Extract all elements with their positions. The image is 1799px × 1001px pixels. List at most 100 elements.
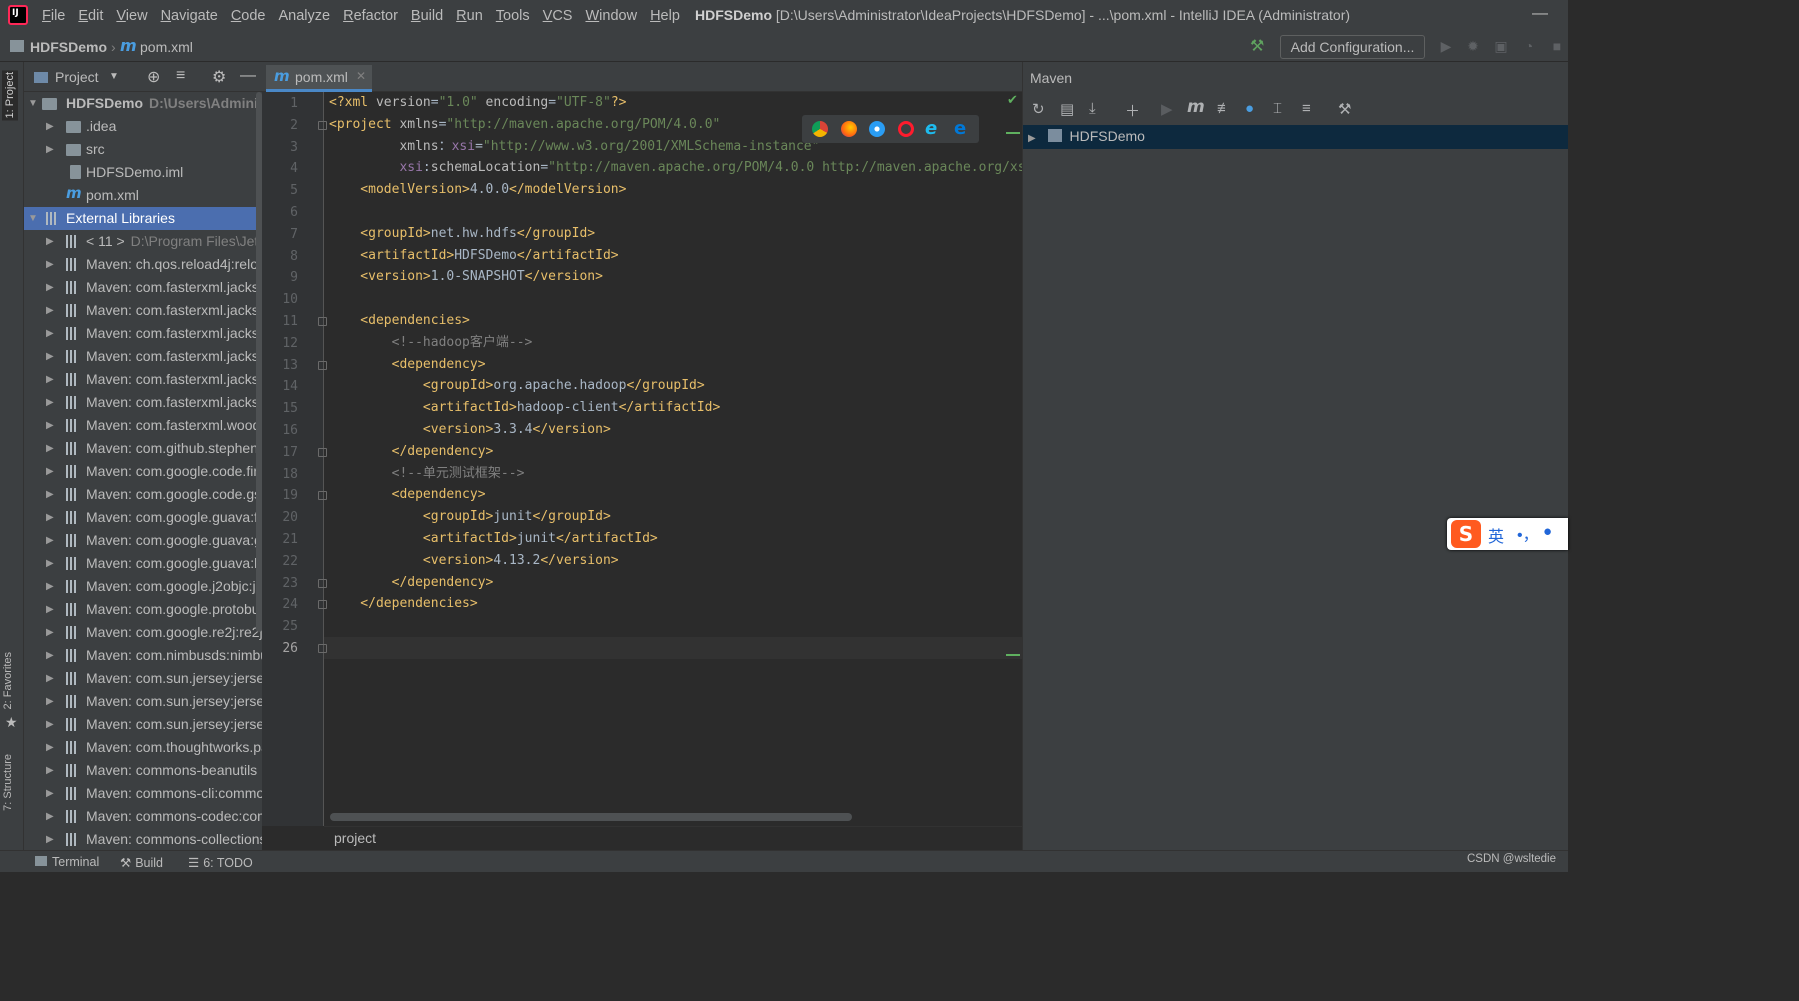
collapsed-arrow-icon[interactable]: ▶ [46,713,54,736]
show-dependencies-icon[interactable]: ⌶ [1273,100,1282,117]
fold-marker-icon[interactable] [318,644,327,653]
reload-icon[interactable]: ↻ [1032,100,1045,118]
build-tab[interactable]: ⚒ Build [120,855,163,870]
menu-item-build[interactable]: Build [411,8,443,24]
tab-favorites[interactable]: 2: Favorites [2,652,14,709]
menu-item-view[interactable]: View [116,8,147,24]
generate-sources-icon[interactable]: ▤ [1060,100,1074,118]
menu-item-edit[interactable]: Edit [78,8,103,24]
code-editor[interactable]: <?xml version="1.0" encoding="UTF-8"?> <p… [324,92,1022,826]
tree-item[interactable]: ▶ Maven: com.google.guava:guava [24,529,262,552]
fold-marker-icon[interactable] [318,447,327,457]
collapsed-arrow-icon[interactable]: ▶ [46,460,54,483]
collapsed-arrow-icon[interactable]: ▶ [46,138,54,161]
add-configuration-button[interactable]: Add Configuration... [1280,35,1425,59]
edge-icon[interactable]: e [954,118,966,139]
ime-toolbar[interactable]: S 英 •， ● [1447,518,1568,550]
collapsed-arrow-icon[interactable]: ▶ [46,621,54,644]
tree-item[interactable]: ▶ Maven: com.sun.jersey:jersey [24,667,262,690]
ime-language[interactable]: 英 [1488,523,1504,547]
menu-item-refactor[interactable]: Refactor [343,8,398,24]
collapsed-arrow-icon[interactable]: ▶ [46,115,54,138]
tree-item[interactable]: HDFSDemo.iml [24,161,262,184]
collapsed-arrow-icon[interactable]: ▶ [46,690,54,713]
tree-item[interactable]: ▶ Maven: commons-cli:commons-cli [24,782,262,805]
tree-item[interactable]: ▶ Maven: com.fasterxml.jackson [24,299,262,322]
tree-item[interactable]: ▶ Maven: com.google.guava:failureaccess [24,506,262,529]
tree-item[interactable]: ▶ Maven: com.google.re2j:re2j [24,621,262,644]
collapse-all-icon[interactable]: ≡ [176,67,185,85]
tree-item[interactable]: ▶ Maven: com.google.code.gson [24,483,262,506]
tree-item[interactable]: ▶ Maven: com.google.j2objc:j2objc [24,575,262,598]
intellij-logo-icon[interactable] [8,5,28,25]
collapsed-arrow-icon[interactable]: ▶ [46,276,54,299]
opera-icon[interactable] [898,121,914,137]
safari-icon[interactable] [869,121,885,137]
project-panel-title[interactable]: Project [55,69,99,85]
tree-item[interactable]: ▶ Maven: com.google.code.findbugs [24,460,262,483]
coverage-icon[interactable]: ▣ [1493,38,1509,54]
menu-item-vcs[interactable]: VCS [543,8,573,24]
maven-tree-item[interactable]: ▶ HDFSDemo [1028,128,1145,144]
profile-icon[interactable]: ◔ [1521,38,1537,54]
tree-item[interactable]: ▶ Maven: com.sun.jersey:jersey [24,713,262,736]
collapsed-arrow-icon[interactable]: ▶ [46,483,54,506]
collapsed-arrow-icon[interactable]: ▶ [46,805,54,828]
build-hammer-icon[interactable]: ⚒ [1250,36,1264,56]
chevron-down-icon[interactable]: ▼ [109,71,119,82]
tree-item[interactable]: ▶ Maven: commons-beanutils [24,759,262,782]
collapsed-arrow-icon[interactable]: ▶ [46,322,54,345]
menu-item-analyze[interactable]: Analyze [279,8,331,24]
tree-item[interactable]: ▶ Maven: com.nimbusds:nimbus [24,644,262,667]
locate-icon[interactable]: ⊕ [147,67,160,87]
firefox-icon[interactable] [841,121,857,137]
collapsed-arrow-icon[interactable]: ▶ [46,782,54,805]
menu-item-navigate[interactable]: Navigate [161,8,218,24]
add-icon[interactable]: ＋ [1125,100,1140,121]
collapsed-arrow-icon[interactable]: ▶ [46,391,54,414]
tree-item[interactable]: ▶ .idea [24,115,262,138]
tree-item[interactable]: ▶ Maven: commons-collections [24,828,262,850]
fold-marker-icon[interactable] [318,360,327,370]
tab-pom-xml[interactable]: m pom.xml ✕ [266,65,372,92]
expand-arrow-icon[interactable]: ▶ [1028,133,1036,144]
skip-tests-icon[interactable]: ● [1245,100,1254,117]
menu-item-window[interactable]: Window [585,8,637,24]
tree-item[interactable]: ▶ Maven: com.fasterxml.jackson [24,345,262,368]
tree-item[interactable]: ▶ Maven: com.thoughtworks.paranamer [24,736,262,759]
collapsed-arrow-icon[interactable]: ▶ [46,230,54,253]
gear-icon[interactable]: ⚙ [212,67,226,87]
chrome-icon[interactable] [812,121,828,137]
tree-item[interactable]: ▶ Maven: commons-codec:commons-codec [24,805,262,828]
editor-horizontal-scrollbar[interactable] [330,813,852,821]
tree-item[interactable]: ▶ src [24,138,262,161]
expanded-arrow-icon[interactable]: ▼ [28,207,38,230]
collapsed-arrow-icon[interactable]: ▶ [46,414,54,437]
menu-item-run[interactable]: Run [456,8,483,24]
tree-item[interactable]: ▶ Maven: com.sun.jersey:jersey [24,690,262,713]
collapsed-arrow-icon[interactable]: ▶ [46,368,54,391]
fold-marker-icon[interactable] [318,120,327,130]
run-icon[interactable]: ▶ [1438,38,1454,54]
close-icon[interactable]: ✕ [356,69,366,83]
collapse-all-icon[interactable]: ≡ [1302,100,1311,117]
wrench-icon[interactable]: ⚒ [1338,100,1351,118]
microphone-icon[interactable]: ● [1543,523,1552,540]
collapsed-arrow-icon[interactable]: ▶ [46,736,54,759]
collapsed-arrow-icon[interactable]: ▶ [46,529,54,552]
terminal-tab[interactable]: Terminal [35,855,99,869]
expanded-arrow-icon[interactable]: ▼ [28,92,38,115]
run-maven-build-icon[interactable]: ▶ [1161,100,1173,118]
minimize-button[interactable]: — [1532,5,1548,23]
tree-item[interactable]: ▶ Maven: ch.qos.reload4j:reload4j [24,253,262,276]
execute-maven-goal-icon[interactable]: m [1187,97,1205,117]
tree-item[interactable]: m pom.xml [24,184,262,207]
tab-structure[interactable]: 7: Structure [2,754,14,811]
breadcrumb-file[interactable]: pom.xml [140,39,193,55]
collapsed-arrow-icon[interactable]: ▶ [46,299,54,322]
stop-icon[interactable]: ■ [1549,38,1565,54]
collapsed-arrow-icon[interactable]: ▶ [46,506,54,529]
tree-item[interactable]: ▼ External Libraries [24,207,262,230]
collapsed-arrow-icon[interactable]: ▶ [46,598,54,621]
collapsed-arrow-icon[interactable]: ▶ [46,575,54,598]
